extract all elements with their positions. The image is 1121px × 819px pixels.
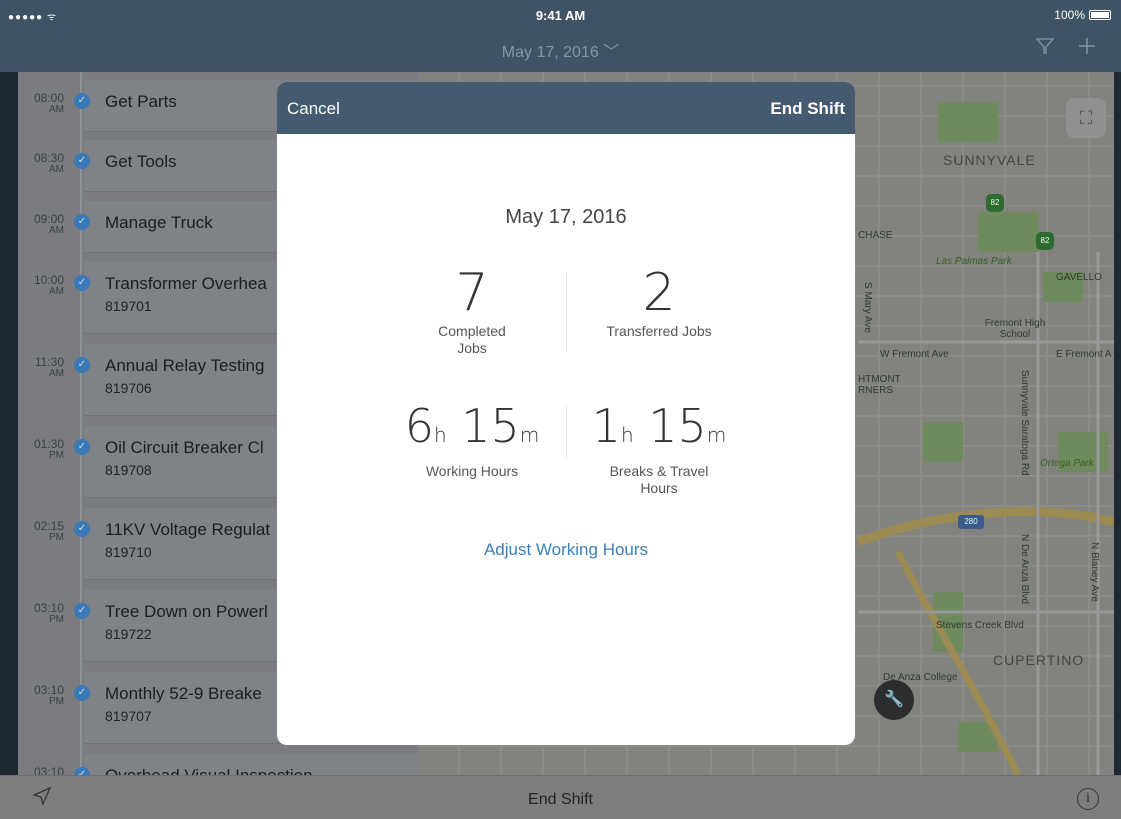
job-title: Transformer Overhea	[105, 274, 267, 293]
map-label-las-palmas: Las Palmas Park	[936, 256, 1012, 267]
job-number: 819706	[105, 380, 152, 396]
map-label-ortega: Ortega Park	[1040, 458, 1094, 469]
job-time: 02:15 PM	[33, 519, 64, 543]
breaks-travel-value: 1h 15m	[591, 399, 727, 453]
checkmark-icon: ✓	[74, 603, 90, 619]
date-picker-title[interactable]: May 17, 2016 ﹀	[0, 38, 1121, 62]
breaks-travel-label: Breaks & Travel Hours	[609, 463, 709, 496]
battery-indicator: 100%	[1054, 8, 1111, 22]
map-label-de-anza-blvd: N De Anza Blvd	[1019, 534, 1030, 605]
map-label-chase: CHASE	[858, 230, 893, 241]
map-label-saratoga-rd: Sunnyvale Saratoga Rd	[1019, 370, 1030, 476]
highway-82-shield: 82	[1036, 232, 1054, 250]
fullscreen-icon[interactable]: ⛶	[1066, 98, 1106, 138]
tools-icon[interactable]: 🔧	[874, 680, 914, 720]
working-hours-label: Working Hours	[425, 463, 519, 479]
map-label-w-fremont: W Fremont Ave	[880, 349, 949, 360]
battery-percent: 100%	[1054, 8, 1085, 22]
map-label-blaney: N Blaney Ave	[1089, 542, 1100, 602]
plus-icon[interactable]	[1077, 36, 1097, 62]
filter-icon[interactable]	[1035, 36, 1055, 62]
job-title: Manage Truck	[105, 213, 213, 232]
job-time: 08:00 AM	[33, 91, 64, 115]
checkmark-icon: ✓	[74, 153, 90, 169]
completed-jobs-stat: 7 Completed Jobs	[372, 265, 572, 357]
end-shift-modal: Cancel End Shift May 17, 2016 7 Complete…	[277, 82, 855, 745]
job-time: 08:30 AM	[33, 151, 64, 175]
job-title: Annual Relay Testing	[105, 356, 265, 375]
job-title: Overhead Visual Inspection	[105, 766, 313, 775]
job-title: Get Parts	[105, 92, 177, 111]
interstate-280-shield: 280	[958, 515, 984, 529]
nav-bar: May 17, 2016 ﹀	[0, 34, 1121, 72]
highway-82-shield: 82	[986, 194, 1004, 212]
job-time: 01:30 PM	[33, 437, 64, 461]
working-hours-stat: 6h 15m Working Hours	[372, 400, 572, 480]
map-label-cupertino: CUPERTINO	[993, 652, 1085, 668]
map-label-gavello: GAVELLO	[1056, 272, 1102, 283]
bottom-bar: End Shift i	[0, 775, 1121, 819]
job-time: 03:10PM	[33, 765, 64, 775]
checkmark-icon: ✓	[74, 275, 90, 291]
working-hours-value: 6h 15m	[404, 399, 540, 453]
transferred-jobs-value: 2	[642, 263, 676, 323]
map-label-stevens-creek: Stevens Creek Blvd	[936, 620, 1024, 631]
job-row[interactable]: 03:10PM✓Overhead Visual Inspection	[18, 752, 418, 775]
checkmark-icon: ✓	[74, 93, 90, 109]
job-title: Get Tools	[105, 152, 177, 171]
job-number: 819722	[105, 626, 152, 642]
completed-jobs-value: 7	[455, 263, 489, 323]
job-time: 09:00 AM	[33, 212, 64, 236]
modal-header: Cancel End Shift	[277, 82, 855, 134]
map-label-e-fremont: E Fremont A	[1056, 349, 1112, 360]
job-time: 10:00 AM	[33, 273, 64, 297]
end-shift-button[interactable]: End Shift	[770, 99, 845, 119]
cancel-button[interactable]: Cancel	[287, 99, 340, 119]
end-shift-bar-label[interactable]: End Shift	[0, 791, 1121, 809]
checkmark-icon: ✓	[74, 439, 90, 455]
breaks-travel-stat: 1h 15m Breaks & Travel Hours	[559, 400, 759, 497]
job-time: 03:10PM	[33, 601, 64, 625]
adjust-working-hours-link[interactable]: Adjust Working Hours	[277, 540, 855, 560]
job-title: Tree Down on Powerl	[105, 602, 268, 621]
checkmark-icon: ✓	[74, 214, 90, 230]
checkmark-icon: ✓	[74, 685, 90, 701]
job-time: 11:30 AM	[34, 355, 64, 379]
info-icon[interactable]: i	[1077, 788, 1099, 810]
transferred-jobs-stat: 2 Transferred Jobs	[559, 265, 759, 340]
status-time: 9:41 AM	[535, 8, 586, 23]
map-label-sunnyvale: SUNNYVALE	[943, 152, 1036, 168]
completed-jobs-label: Completed Jobs	[438, 323, 506, 356]
job-number: 819710	[105, 544, 152, 560]
job-number: 819707	[105, 708, 152, 724]
battery-icon	[1089, 10, 1111, 20]
status-bar: ●●●●● ᯤ 9:41 AM 100%	[0, 0, 1121, 34]
job-title: 11KV Voltage Regulat	[105, 520, 271, 539]
shift-date: May 17, 2016	[505, 206, 627, 228]
map-label-htmont: HTMONT RNERS	[858, 374, 901, 396]
job-number: 819701	[105, 298, 152, 314]
job-time: 03:10PM	[33, 683, 64, 707]
job-title: Oil Circuit Breaker Cl	[105, 438, 264, 457]
checkmark-icon: ✓	[74, 357, 90, 373]
job-number: 819708	[105, 462, 152, 478]
job-title: Monthly 52-9 Breake	[105, 684, 262, 703]
checkmark-icon: ✓	[74, 521, 90, 537]
transferred-jobs-label: Transferred Jobs	[606, 323, 712, 339]
map-label-fremont-hs: Fremont High School	[984, 318, 1046, 340]
map-label-mary-ave: S Mary Ave	[862, 282, 873, 333]
